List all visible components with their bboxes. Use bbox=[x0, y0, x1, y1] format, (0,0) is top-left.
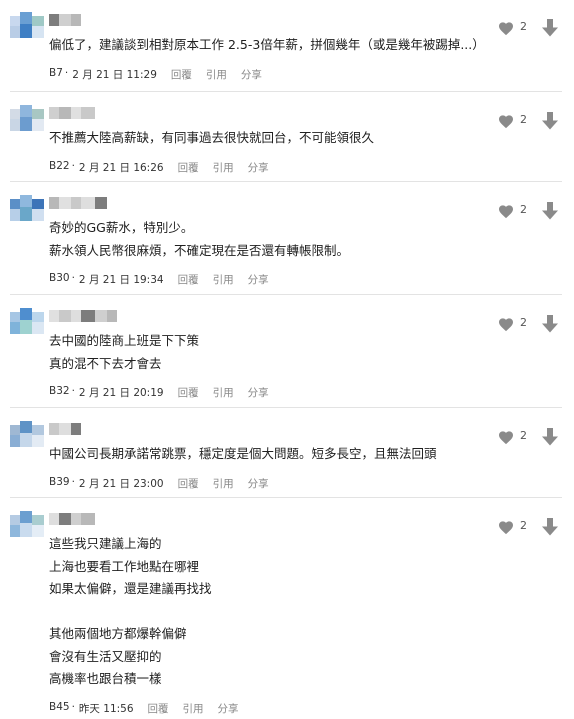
comment-text-line: 去中國的陸商上班是下下策 bbox=[49, 333, 200, 348]
comment-text-line: 其他兩個地方都爆幹偏僻 bbox=[49, 626, 187, 641]
floor-number: B45 bbox=[49, 700, 70, 713]
heart-icon[interactable] bbox=[498, 520, 514, 535]
reply-button[interactable]: 回覆 bbox=[148, 701, 169, 716]
avatar[interactable] bbox=[10, 421, 44, 447]
like-count: 2 bbox=[520, 519, 527, 532]
meta-separator: · bbox=[71, 159, 75, 172]
meta-separator: · bbox=[71, 272, 75, 284]
like-count: 2 bbox=[520, 316, 527, 329]
quote-button[interactable]: 引用 bbox=[206, 67, 227, 82]
username-blurred bbox=[49, 310, 117, 322]
reply-button[interactable]: 回覆 bbox=[178, 160, 199, 175]
comment-divider bbox=[10, 91, 562, 92]
share-button[interactable]: 分享 bbox=[218, 701, 239, 716]
heart-icon[interactable] bbox=[498, 430, 514, 445]
reply-button[interactable]: 回覆 bbox=[178, 272, 199, 287]
floor-number: B32 bbox=[49, 385, 70, 397]
down-arrow-icon[interactable] bbox=[541, 111, 559, 131]
comment-divider bbox=[10, 181, 562, 182]
avatar[interactable] bbox=[10, 308, 44, 334]
comment-text-line: 偏低了，建議談到相對原本工作 2.5-3倍年薪，拼個幾年（或是幾年被踢掉...） bbox=[49, 37, 485, 52]
comment-text-line: 這些我只建議上海的 bbox=[49, 536, 162, 551]
comment-meta: B32 · 2 月 21 日 20:19 回覆 引用 分享 bbox=[49, 385, 269, 400]
reply-button[interactable]: 回覆 bbox=[178, 385, 199, 400]
heart-icon[interactable] bbox=[498, 114, 514, 129]
floor-number: B30 bbox=[49, 272, 70, 284]
comment-text-line: 奇妙的GG薪水，特別少。 bbox=[49, 220, 194, 235]
comment-text-line: 上海也要看工作地點在哪裡 bbox=[49, 558, 200, 574]
like-count: 2 bbox=[520, 429, 527, 442]
like-count: 2 bbox=[520, 203, 527, 216]
down-arrow-icon[interactable] bbox=[541, 18, 559, 38]
comment-time: 2 月 21 日 23:00 bbox=[78, 477, 164, 490]
floor-number: B39 bbox=[49, 475, 70, 488]
heart-icon[interactable] bbox=[498, 317, 514, 332]
comment-time: 2 月 21 日 20:19 bbox=[78, 387, 164, 399]
comment-time: 2 月 21 日 11:29 bbox=[72, 68, 157, 81]
comment-time: 昨天 11:56 bbox=[78, 702, 134, 715]
down-arrow-icon[interactable] bbox=[541, 517, 559, 537]
comment-meta: B39 · 2 月 21 日 23:00 回覆 引用 分享 bbox=[49, 476, 269, 491]
share-button[interactable]: 分享 bbox=[248, 160, 269, 175]
down-arrow-icon[interactable] bbox=[541, 201, 559, 221]
comment-time: 2 月 21 日 16:26 bbox=[78, 161, 164, 174]
floor-number: B7 bbox=[49, 66, 63, 79]
avatar[interactable] bbox=[10, 105, 44, 131]
like-count: 2 bbox=[520, 113, 527, 126]
comment-meta: B22 · 2 月 21 日 16:26 回覆 引用 分享 bbox=[49, 160, 269, 175]
comment-meta: B30 · 2 月 21 日 19:34 回覆 引用 分享 bbox=[49, 272, 269, 287]
username-blurred bbox=[49, 197, 107, 209]
comment-divider bbox=[10, 407, 562, 408]
meta-separator: · bbox=[64, 66, 69, 79]
meta-separator: · bbox=[71, 385, 75, 397]
reply-button[interactable]: 回覆 bbox=[171, 67, 192, 82]
down-arrow-icon[interactable] bbox=[541, 314, 559, 334]
share-button[interactable]: 分享 bbox=[248, 476, 269, 491]
down-arrow-icon[interactable] bbox=[541, 427, 559, 447]
heart-icon[interactable] bbox=[498, 204, 514, 219]
username-blurred bbox=[49, 107, 95, 119]
floor-number: B22 bbox=[49, 159, 70, 172]
username-blurred bbox=[49, 14, 81, 26]
comment-time: 2 月 21 日 19:34 bbox=[78, 274, 164, 286]
heart-icon[interactable] bbox=[498, 21, 514, 36]
comment-meta: B7 · 2 月 21 日 11:29 回覆 引用 分享 bbox=[49, 67, 262, 82]
comment-divider bbox=[10, 294, 562, 295]
comment-text-line: 如果太偏僻，還是建議再找找 bbox=[49, 581, 212, 596]
comment-text-line: 不推薦大陸高薪缺，有同事過去很快就回台，不可能領很久 bbox=[49, 130, 375, 145]
meta-separator: · bbox=[71, 700, 75, 713]
comment-text-line: 真的混不下去才會去 bbox=[49, 355, 162, 371]
username-blurred bbox=[49, 513, 95, 525]
share-button[interactable]: 分享 bbox=[248, 272, 269, 287]
reply-button[interactable]: 回覆 bbox=[178, 476, 199, 491]
quote-button[interactable]: 引用 bbox=[183, 701, 204, 716]
quote-button[interactable]: 引用 bbox=[213, 385, 234, 400]
comment-text-line: 會沒有生活又壓抑的 bbox=[49, 648, 162, 664]
avatar[interactable] bbox=[10, 195, 44, 221]
quote-button[interactable]: 引用 bbox=[213, 160, 234, 175]
comment-text-line: 中國公司長期承諾常跳票，穩定度是個大問題。短多長空，且無法回頭 bbox=[49, 446, 437, 461]
quote-button[interactable]: 引用 bbox=[213, 272, 234, 287]
like-count: 2 bbox=[520, 20, 527, 33]
avatar[interactable] bbox=[10, 511, 44, 537]
comment-meta: B45 · 昨天 11:56 回覆 引用 分享 bbox=[49, 701, 239, 716]
comment-divider bbox=[10, 497, 562, 498]
share-button[interactable]: 分享 bbox=[241, 67, 262, 82]
share-button[interactable]: 分享 bbox=[248, 385, 269, 400]
comment-text-line: 高機率也跟台積一樣 bbox=[49, 671, 162, 686]
comment-text-line: 薪水領人民幣很麻煩，不確定現在是否還有轉帳限制。 bbox=[49, 242, 350, 258]
meta-separator: · bbox=[71, 475, 75, 488]
quote-button[interactable]: 引用 bbox=[213, 476, 234, 491]
avatar[interactable] bbox=[10, 12, 44, 38]
username-blurred bbox=[49, 423, 81, 435]
